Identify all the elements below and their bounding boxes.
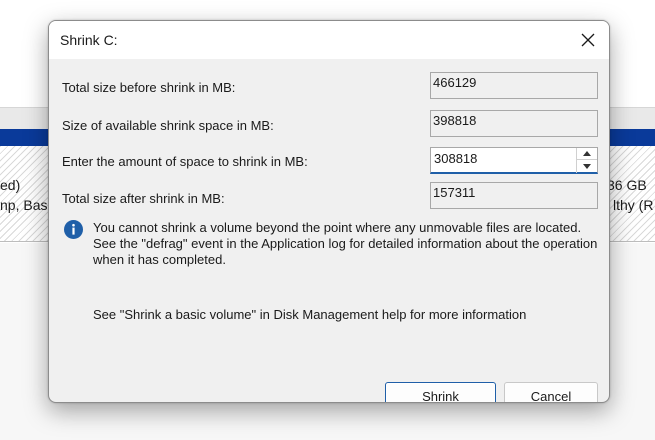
cancel-button[interactable]: Cancel (504, 382, 598, 402)
available-shrink-value: 398818 (430, 110, 598, 137)
total-size-after-label: Total size after shrink in MB: (62, 191, 225, 206)
partition-left-text-1: ed) (0, 177, 21, 193)
available-shrink-label: Size of available shrink space in MB: (62, 118, 274, 133)
shrink-button[interactable]: Shrink (385, 382, 496, 402)
partition-left-text-2: np, Basi (0, 197, 51, 213)
close-button[interactable] (567, 21, 609, 59)
shrink-amount-label: Enter the amount of space to shrink in M… (62, 154, 308, 169)
info-icon (64, 220, 83, 239)
partition-right-text-2: lthy (R (613, 197, 654, 213)
shrink-amount-input[interactable]: 308818 (434, 151, 477, 166)
info-message: You cannot shrink a volume beyond the po… (93, 220, 598, 267)
dialog-titlebar[interactable]: Shrink C: (49, 21, 609, 59)
total-size-before-label: Total size before shrink in MB: (62, 80, 236, 95)
close-icon (581, 33, 595, 47)
partition-right-text-1: 36 GB (607, 177, 647, 193)
spin-down-button[interactable] (577, 160, 597, 172)
total-size-before-value: 466129 (430, 72, 598, 99)
spinner-buttons (576, 148, 597, 173)
spin-up-button[interactable] (577, 148, 597, 160)
total-size-after-value: 157311 (430, 182, 598, 209)
shrink-dialog: Shrink C: Total size before shrink in MB… (48, 20, 610, 403)
dialog-content: Total size before shrink in MB: 466129 S… (49, 59, 609, 402)
arrow-down-icon (583, 163, 591, 169)
dialog-title: Shrink C: (60, 32, 118, 48)
arrow-up-icon (583, 151, 591, 156)
shrink-amount-spinbox[interactable]: 308818 (430, 147, 598, 174)
help-text: See "Shrink a basic volume" in Disk Mana… (93, 307, 527, 322)
